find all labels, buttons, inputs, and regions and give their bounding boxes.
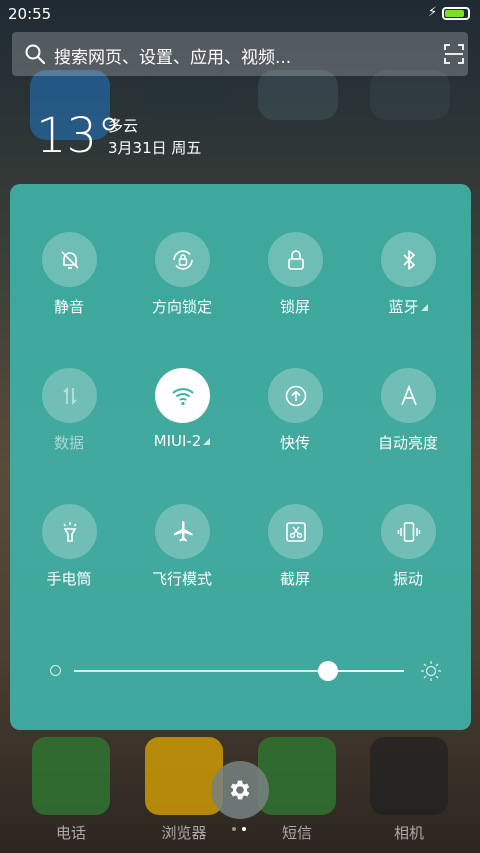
dock-app-message[interactable] [258,737,336,815]
mobile-data-icon [62,386,77,405]
tile-mute-label: 静音 [53,298,84,316]
weather-date: 3月31日 周五 [108,139,202,157]
dock-label-phone: 电话 [55,824,86,842]
dock-app-camera[interactable] [370,737,448,815]
background-app-icon [258,70,338,120]
charging-icon: ⚡ [428,5,438,20]
tile-lock-screen-button[interactable] [268,232,323,287]
background-app-icon [145,70,225,120]
tile-bluetooth-label: 蓝牙 [353,296,463,317]
brightness-fill [74,670,329,672]
search-icon [25,44,46,65]
quick-transfer-icon [285,385,306,406]
tile-vibrate-label: 振动 [392,570,423,588]
page-dot [232,827,236,831]
tile-mute-button[interactable] [42,232,97,287]
tile-flashlight-button[interactable] [42,504,97,559]
tile-quick-transfer-button[interactable] [268,368,323,423]
tile-airplane-mode-label: 飞行模式 [151,570,212,588]
tile-rotation-lock[interactable]: 方向锁定 [127,232,237,342]
tile-auto-brightness-label: 自动亮度 [377,434,438,452]
tile-mobile-data-label: 数据 [53,434,84,452]
tile-rotation-lock-label: 方向锁定 [151,298,212,316]
dock-app-phone[interactable] [32,737,110,815]
tile-auto-brightness-button[interactable] [381,368,436,423]
tile-quick-transfer[interactable]: 快传 [240,368,350,478]
tile-bluetooth-button[interactable] [381,232,436,287]
scan-icon[interactable] [444,44,464,64]
tile-flashlight[interactable]: 手电筒 [14,504,124,614]
tile-screenshot-label: 截屏 [279,570,310,588]
wifi-icon [171,387,194,405]
settings-button[interactable] [211,761,269,819]
dock-label-message: 短信 [281,824,312,842]
tile-rotation-lock-button[interactable] [155,232,210,287]
tile-wifi-button[interactable] [155,368,210,423]
more-indicator-icon [420,304,428,311]
brightness-low-icon [50,665,61,676]
battery-level [445,10,464,17]
bluetooth-icon [402,249,415,270]
tile-screenshot-button[interactable] [268,504,323,559]
auto-brightness-icon [400,384,417,405]
tile-vibrate-button[interactable] [381,504,436,559]
tile-wifi-label: MIUI-2 [127,432,237,450]
lock-icon [287,249,304,270]
dock-label-browser: 浏览器 [161,824,207,842]
status-time: 20:55 [8,5,52,23]
gear-icon [230,780,250,800]
bell-off-icon [60,250,79,269]
status-bar: 20:55 ⚡ [0,0,480,28]
tile-mobile-data-button[interactable] [42,368,97,423]
dock-label-camera: 相机 [393,824,424,842]
brightness-slider[interactable] [50,659,441,683]
tile-quick-transfer-label: 快传 [279,434,310,452]
tile-flashlight-label: 手电筒 [46,570,92,588]
dock-app-browser[interactable] [145,737,223,815]
tile-airplane-mode-button[interactable] [155,504,210,559]
brightness-handle[interactable] [318,661,339,681]
screenshot-icon [285,521,306,542]
search-bar[interactable]: 搜索网页、设置、应用、视频... [12,32,468,76]
tile-mute[interactable]: 静音 [14,232,124,342]
rotation-lock-icon [172,249,193,270]
background-app-icon [370,70,450,120]
tile-auto-brightness[interactable]: 自动亮度 [353,368,463,478]
page-dot-current [242,827,246,831]
tile-mobile-data[interactable]: 数据 [14,368,124,478]
brightness-high-icon [421,661,441,681]
flashlight-icon [62,521,77,542]
airplane-icon [173,520,192,541]
tile-airplane-mode[interactable]: 飞行模式 [127,504,237,614]
tile-bluetooth-text: 蓝牙 [388,298,419,316]
page-indicator [232,827,252,833]
tile-wifi-text: MIUI-2 [153,432,202,450]
tile-lock-screen[interactable]: 锁屏 [240,232,350,342]
tile-lock-screen-label: 锁屏 [279,298,310,316]
more-indicator-icon [203,438,211,445]
search-placeholder: 搜索网页、设置、应用、视频... [54,48,292,68]
vibrate-icon [397,521,420,542]
tile-screenshot[interactable]: 截屏 [240,504,350,614]
tile-vibrate[interactable]: 振动 [353,504,463,614]
weather-condition: 多云 [108,117,139,135]
quick-settings-panel: 静音 方向锁定 锁屏 蓝牙 数据 MIUI-2 快传 自动亮度 手电筒 飞行模式… [10,184,471,730]
tile-bluetooth[interactable]: 蓝牙 [353,232,463,342]
battery-icon [442,7,470,20]
tile-wifi[interactable]: MIUI-2 [127,368,237,478]
